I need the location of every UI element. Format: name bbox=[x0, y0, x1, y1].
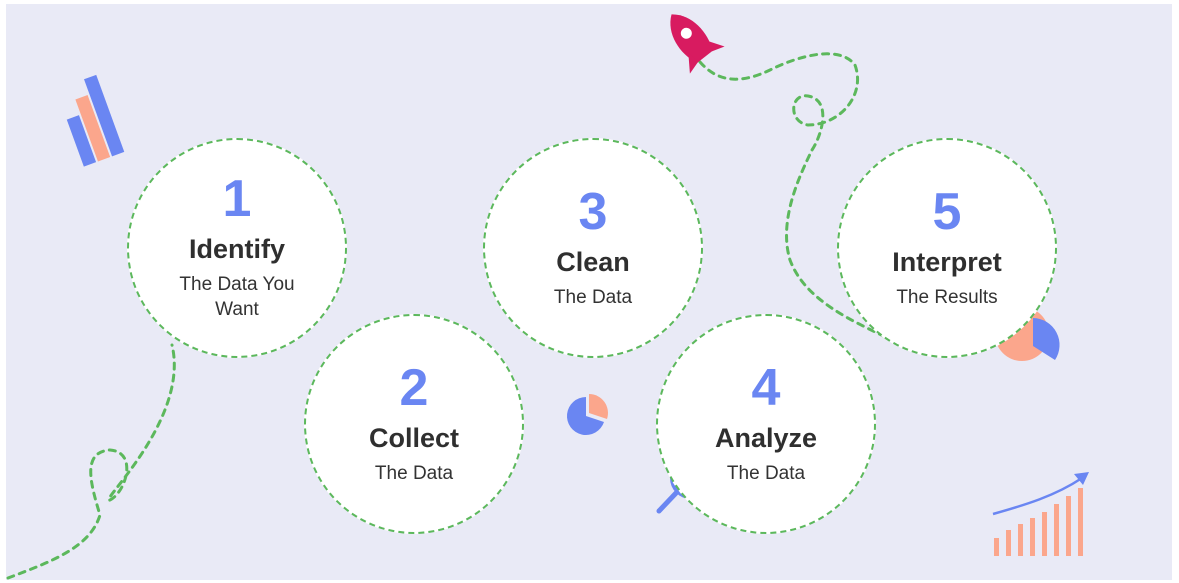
step-number: 1 bbox=[222, 170, 252, 229]
step-title: Collect bbox=[368, 422, 460, 453]
step-subtitle: The Data You Want bbox=[179, 273, 295, 321]
step-number: 3 bbox=[578, 182, 608, 241]
step-subtitle: The Data bbox=[726, 462, 806, 484]
step-collect: 2 Collect The Data bbox=[304, 314, 524, 534]
step-number: 5 bbox=[932, 182, 962, 241]
rocket-icon bbox=[670, 14, 725, 74]
bar-chart-icon bbox=[66, 74, 125, 167]
step-subtitle: The Data bbox=[374, 462, 454, 484]
step-number: 2 bbox=[399, 358, 429, 417]
step-subtitle: The Data bbox=[553, 286, 633, 308]
step-title: Analyze bbox=[714, 422, 818, 453]
step-title: Interpret bbox=[892, 246, 1002, 277]
step-title: Identify bbox=[188, 234, 285, 265]
step-subtitle: The Results bbox=[896, 286, 998, 308]
step-title: Clean bbox=[556, 246, 630, 277]
process-diagram: 1 Identify The Data You Want 2 Collect T… bbox=[0, 0, 1179, 583]
step-identify: 1 Identify The Data You Want bbox=[127, 138, 347, 358]
step-analyze: 4 Analyze The Data bbox=[656, 314, 876, 534]
step-interpret: 5 Interpret The Results bbox=[837, 138, 1057, 358]
dashed-path-start bbox=[6, 343, 176, 580]
pie-chart-icon bbox=[566, 394, 608, 435]
growth-chart-icon bbox=[992, 472, 1089, 556]
step-number: 4 bbox=[751, 358, 781, 417]
step-clean: 3 Clean The Data bbox=[483, 138, 703, 358]
